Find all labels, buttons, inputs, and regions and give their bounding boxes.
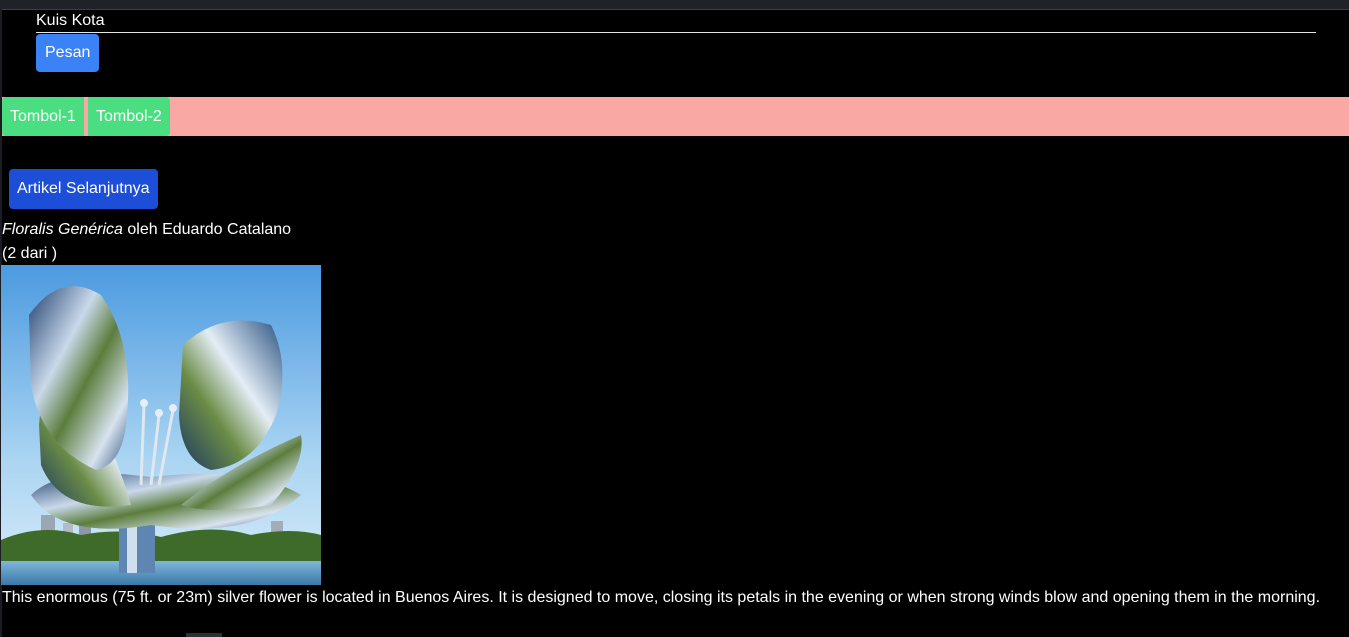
artist-text: oleh Eduardo Catalano [122,221,292,238]
article-counter: (2 dari ) [2,245,58,262]
message-button[interactable]: Pesan [36,34,100,72]
button-1[interactable]: Tombol-1 [2,97,84,136]
button-toolbar: Tombol-1 Tombol-2 [2,97,1349,136]
page: Kuis Kota Pesan Tombol-1 Tombol-2 Artike… [0,0,1349,637]
artwork-caption: Floralis Genérica oleh Eduardo Catalano [2,218,291,242]
button-2[interactable]: Tombol-2 [88,97,170,136]
quiz-title: Kuis Kota [36,10,1316,33]
next-article-button[interactable]: Artikel Selanjutnya [9,169,158,209]
floralis-generica-photo [1,265,321,585]
artwork-title: Floralis Genérica [2,221,123,238]
browser-top-strip [0,0,1349,10]
scroll-indicator [186,633,222,637]
article-description: This enormous (75 ft. or 23m) silver flo… [2,589,1321,606]
